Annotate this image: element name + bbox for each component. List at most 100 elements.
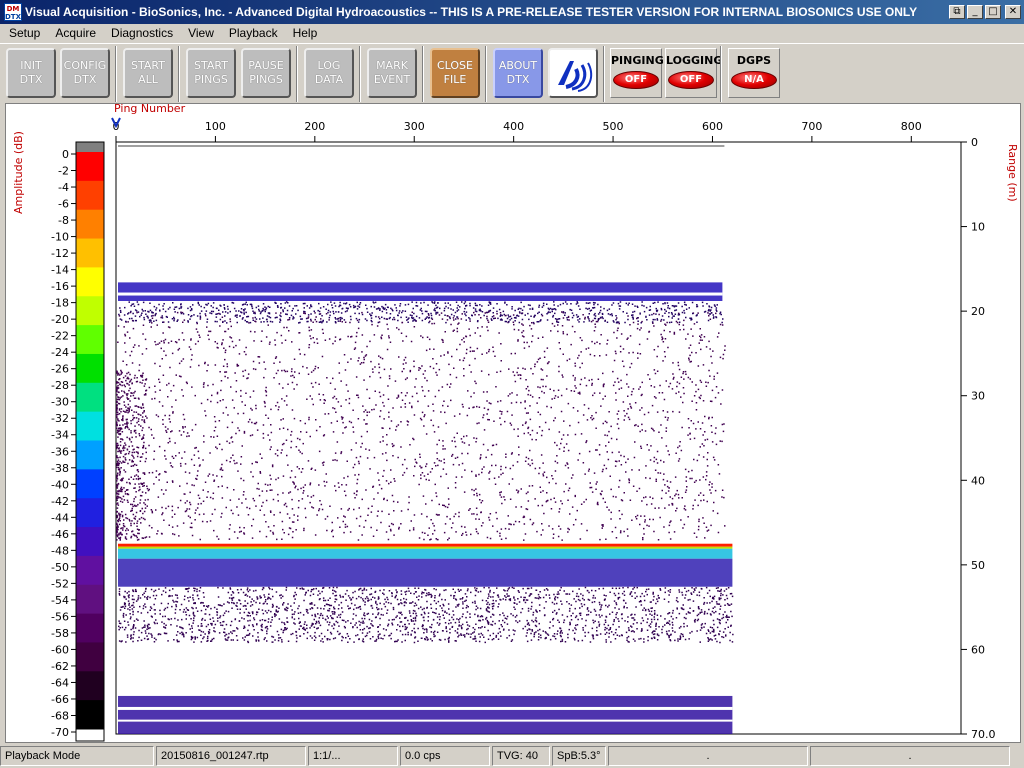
- toolbar-separator: [359, 46, 361, 102]
- range-tick-label: 0: [971, 136, 978, 149]
- amplitude-tick-label: -66: [51, 693, 69, 706]
- amplitude-tick-label: -64: [51, 676, 69, 689]
- colorbar-segment: [76, 440, 104, 470]
- status-cell-7: .: [608, 746, 808, 766]
- close-file-button[interactable]: CLOSE FILE: [430, 48, 480, 98]
- echogram-svg: 0 -2 -4 -6 -8 -10 -12 -14 -16 -18 -20 -22 -24 -26 -28 -…: [51, 117, 996, 742]
- toolbar-separator: [720, 46, 722, 102]
- biosonics-logo-icon[interactable]: [548, 48, 598, 98]
- menu-playback[interactable]: Playback: [220, 26, 284, 40]
- echogram-panel: Ping Number 0 -2 -4 -6 -8 -10 -12 -14 -16 -18 -20-…: [5, 102, 1021, 743]
- ping-tick-label: 100: [205, 120, 226, 133]
- start-pings-button[interactable]: START PINGS: [186, 48, 236, 98]
- pause-pings-button[interactable]: PAUSE PINGS: [241, 48, 291, 98]
- colorbar-segment: [76, 642, 104, 672]
- status-mode: Playback Mode: [0, 746, 154, 766]
- amplitude-tick-label: -4: [58, 181, 69, 194]
- minimize-icon[interactable]: _: [967, 5, 983, 19]
- amplitude-tick-label: -14: [51, 264, 69, 277]
- echogram-frame: [115, 141, 962, 735]
- dgps-indicator[interactable]: DGPS N/A: [728, 48, 780, 98]
- amplitude-tick-label: -70: [51, 726, 69, 739]
- colorbar-segment: [76, 411, 104, 441]
- init-dtx-button[interactable]: INIT DTX: [6, 48, 56, 98]
- restore-small-icon[interactable]: ⧉: [949, 5, 965, 19]
- bottom-echo-blue: [118, 558, 733, 587]
- amplitude-tick-label: -68: [51, 709, 69, 722]
- amplitude-tick-label: -26: [51, 363, 69, 376]
- colorbar-segment: [76, 469, 104, 499]
- amplitude-tick-label: -32: [51, 412, 69, 425]
- colorbar-segment: [76, 613, 104, 643]
- amplitude-colorbar: [75, 141, 105, 742]
- maximize-icon[interactable]: □: [985, 5, 1001, 19]
- log-data-button[interactable]: LOG DATA: [304, 48, 354, 98]
- status-cps: 0.0 cps: [400, 746, 490, 766]
- menu-diagnostics[interactable]: Diagnostics: [102, 26, 179, 40]
- config-dtx-button[interactable]: CONFIG DTX: [60, 48, 110, 98]
- upper-layer-gap: [118, 292, 723, 296]
- colorbar-segment: [76, 238, 104, 268]
- logging-indicator[interactable]: LOGGING OFF: [665, 48, 722, 98]
- amplitude-tick-label: -6: [58, 198, 69, 211]
- ping-tick-label: 200: [304, 120, 325, 133]
- colorbar-segment: [76, 555, 104, 586]
- menu-acquire[interactable]: Acquire: [46, 26, 102, 40]
- upper-layer-band: [118, 282, 723, 301]
- status-ratio: 1:1/...: [308, 746, 398, 766]
- amplitude-tick-label: -8: [58, 214, 69, 227]
- toolbar: INIT DTX CONFIG DTX START ALL START PINGS PA…: [0, 43, 1024, 103]
- menu-setup[interactable]: Setup: [0, 26, 46, 40]
- amplitude-tick-label: -52: [51, 577, 69, 590]
- colorbar-segment: [76, 325, 104, 355]
- pinging-indicator[interactable]: PINGING OFF: [610, 48, 664, 98]
- colorbar-segment: [76, 498, 104, 528]
- second-bottom-gap: [118, 706, 733, 710]
- dgps-status-led: N/A: [731, 71, 777, 89]
- status-cell-8: .: [810, 746, 1010, 766]
- start-all-button[interactable]: START ALL: [123, 48, 173, 98]
- ping-tick-label: 700: [801, 120, 822, 133]
- amplitude-tick-label: -38: [51, 462, 69, 475]
- bottom-echo-yellow: [118, 546, 733, 549]
- colorbar-segment: [76, 152, 104, 182]
- ping-axis: 0 100 200 300 400 500 600 700 800: [113, 120, 922, 142]
- amplitude-tick-label: -62: [51, 660, 69, 673]
- menu-help[interactable]: Help: [284, 26, 324, 40]
- app-icon[interactable]: DM DTX: [4, 3, 22, 21]
- status-bar: Playback Mode 20150816_001247.rtp 1:1/..…: [0, 745, 1024, 768]
- amplitude-tick-label: -48: [51, 544, 69, 557]
- menu-view[interactable]: View: [179, 26, 220, 40]
- second-bottom-band: [118, 695, 733, 734]
- amplitude-tick-label: -46: [51, 528, 69, 541]
- amplitude-tick-label: -34: [51, 429, 69, 442]
- biosonics-logo-icon: [558, 61, 593, 92]
- pinging-status-led: OFF: [613, 71, 659, 89]
- toolbar-separator: [485, 46, 487, 102]
- amplitude-tick-label: -60: [51, 643, 69, 656]
- about-dtx-button[interactable]: ABOUT DTX: [493, 48, 543, 98]
- mark-event-button[interactable]: MARK EVENT: [367, 48, 417, 98]
- toolbar-separator: [178, 46, 180, 102]
- amplitude-tick-label: 0: [62, 148, 69, 161]
- colorbar-bottom: [75, 728, 105, 742]
- amplitude-tick-label: -2: [58, 165, 69, 178]
- range-tick-label: 60: [971, 643, 985, 656]
- amplitude-tick-label: -58: [51, 627, 69, 640]
- logging-status-led: OFF: [668, 71, 714, 89]
- range-tick-label: 70.0: [971, 728, 996, 741]
- range-tick-label: 40: [971, 474, 985, 487]
- colorbar-segment: [76, 296, 104, 326]
- colorbar-top: [76, 142, 104, 152]
- toolbar-separator: [296, 46, 298, 102]
- close-icon[interactable]: ✕: [1005, 5, 1021, 19]
- amplitude-tick-label: -28: [51, 379, 69, 392]
- amplitude-tick-label: -54: [51, 594, 69, 607]
- amplitude-tick-label: -36: [51, 445, 69, 458]
- second-bottom-gap-2: [118, 719, 733, 722]
- ping-tick-label: 800: [901, 120, 922, 133]
- amplitude-tick-label: -30: [51, 396, 69, 409]
- amplitude-ticks: 0 -2 -4 -6 -8 -10 -12 -14 -16 -18 -20 -22 -24 -26 -28 -…: [51, 148, 76, 739]
- amplitude-axis-label: Amplitude (dB): [12, 131, 25, 214]
- ping-tick-label: 300: [404, 120, 425, 133]
